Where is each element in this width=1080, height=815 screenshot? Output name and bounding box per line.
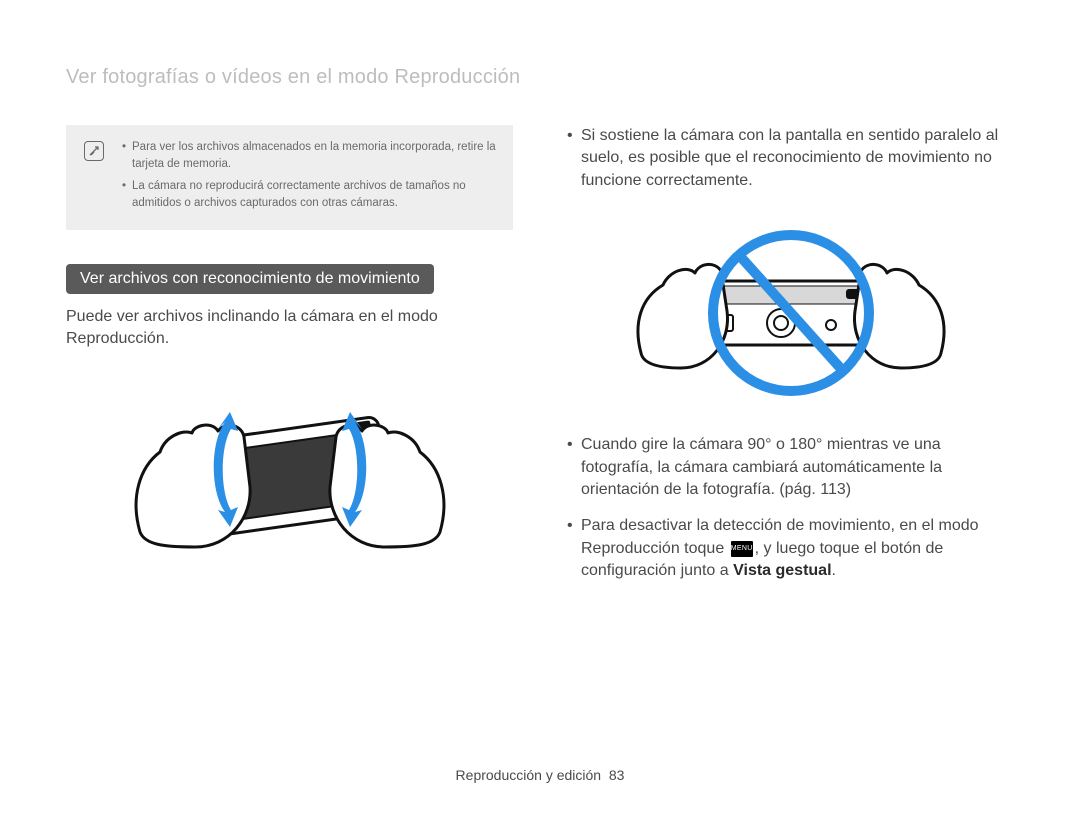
bullet3-post: . [832, 562, 836, 579]
illustration-tilt [66, 377, 513, 577]
right-column: Si sostiene la cámara con la pantalla en… [567, 125, 1014, 603]
page-footer: Reproducción y edición 83 [0, 767, 1080, 783]
menu-icon: MENU [731, 541, 753, 557]
bullet3-bold: Vista gestual [733, 562, 831, 579]
bullet-rotate: Cuando gire la cámara 90° o 180° mientra… [567, 434, 1014, 501]
note-box: Para ver los archivos almacenados en la … [66, 125, 513, 230]
note-item: La cámara no reproducirá correctamente a… [122, 178, 497, 213]
illustration-prohibited [567, 218, 1014, 408]
section-body: Puede ver archivos inclinando la cámara … [66, 306, 513, 351]
page-title: Ver fotografías o vídeos en el modo Repr… [66, 66, 1014, 89]
footer-section: Reproducción y edición [456, 767, 602, 783]
note-item: Para ver los archivos almacenados en la … [122, 139, 497, 174]
section-heading: Ver archivos con reconocimiento de movim… [66, 264, 434, 294]
footer-page: 83 [609, 767, 625, 783]
bullet-disable-motion: Para desactivar la detección de movimien… [567, 515, 1014, 582]
bullet-parallel-warning: Si sostiene la cámara con la pantalla en… [567, 125, 1014, 192]
left-column: Para ver los archivos almacenados en la … [66, 125, 513, 603]
note-icon [84, 141, 104, 161]
